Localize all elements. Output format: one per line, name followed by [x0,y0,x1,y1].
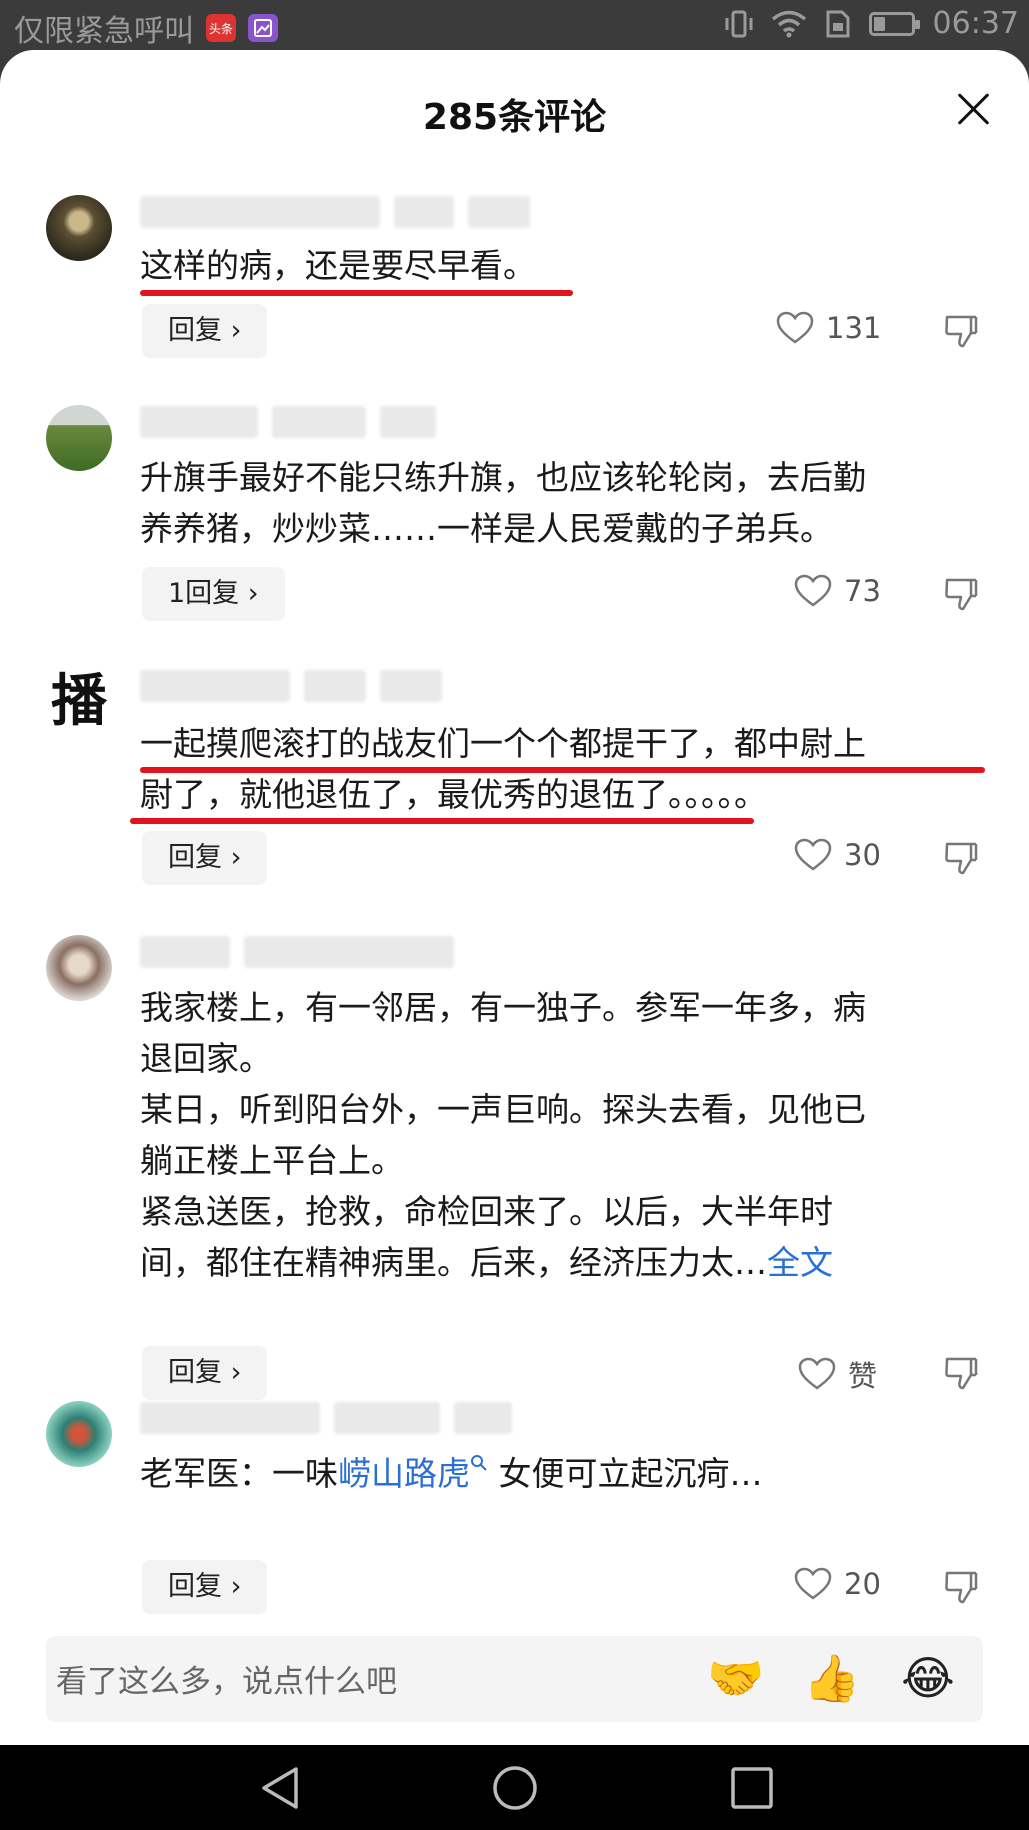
avatar[interactable] [46,405,112,471]
comment-body-end: 女便可立起沉疴… [488,1454,763,1493]
clock: 06:37 [932,6,1019,41]
like-button[interactable]: 131 [776,311,881,345]
reply-button[interactable]: 1回复 › [142,567,285,621]
comment-body-start: 老军医：一味 [140,1454,338,1493]
reply-button[interactable]: 回复 › [142,304,268,358]
like-count: 73 [844,574,881,608]
comment-input-placeholder[interactable]: 看了这么多，说点什么吧 [56,1656,397,1701]
reply-button[interactable]: 回复 › [142,831,268,885]
comments-sheet: 285条评论 这样的病，还是要尽早看。 回复 › 131 升旗手最好不能只练升旗… [0,50,1029,1745]
back-icon[interactable] [258,1765,302,1811]
like-count: 30 [844,838,881,872]
username-blurred[interactable] [140,670,442,702]
avatar[interactable] [46,935,112,1001]
comment-text: 老军医：一味崂山路虎 女便可立起沉疴… [140,1448,985,1499]
status-right: 06:37 [725,6,1019,41]
heart-icon [794,838,832,871]
like-button[interactable]: 20 [794,1567,881,1601]
like-label: 赞 [848,1359,878,1393]
username-blurred[interactable] [140,406,436,438]
reply-button[interactable]: 回复 › [142,1346,268,1400]
avatar-char: 播 [51,668,107,734]
like-count: 131 [826,311,882,345]
heart-icon [776,311,814,344]
battery-icon [868,11,920,36]
comment-text: 升旗手最好不能只练升旗，也应该轮轮岗，去后勤 养养猪，炒炒菜……一样是人民爱戴的… [140,458,866,548]
dislike-icon[interactable] [943,1569,979,1605]
search-tag-link[interactable]: 崂山路虎 [338,1454,470,1493]
status-left: 仅限紧急呼叫 头条 [14,6,278,50]
comment-input-bar[interactable]: 看了这么多，说点什么吧 🤝 👍 😂 [46,1636,983,1722]
wifi-icon [771,10,806,37]
highlight-underline [130,818,754,824]
like-button[interactable]: 73 [794,574,881,608]
system-nav-bar [0,1745,1029,1830]
laughing-emoji-button[interactable]: 😂 [898,1648,958,1708]
handshake-emoji-button[interactable]: 🤝 [706,1648,766,1708]
thumbs-up-emoji-button[interactable]: 👍 [802,1648,862,1708]
vibrate-icon [725,10,753,37]
search-icon[interactable] [470,1454,488,1472]
like-button[interactable]: 30 [794,838,881,872]
comment-text: 我家楼上，有一邻居，有一独子。参军一年多，病 退回家。 某日，听到阳台外，一声巨… [140,982,985,1288]
expand-full-text-link[interactable]: 全文 [767,1243,833,1282]
home-icon[interactable] [492,1765,538,1811]
like-count: 20 [844,1567,881,1601]
highlight-underline [140,767,985,773]
highlight-underline [140,290,573,296]
like-button[interactable]: 赞 [798,1353,877,1395]
sim-icon [826,10,850,37]
avatar[interactable]: 播 [46,668,112,734]
dislike-icon[interactable] [943,313,979,349]
status-bar: 仅限紧急呼叫 头条 06:37 [0,0,1029,50]
comment-body: 我家楼上，有一邻居，有一独子。参军一年多，病 退回家。 某日，听到阳台外，一声巨… [140,988,866,1282]
recent-apps-icon[interactable] [730,1765,774,1811]
dislike-icon[interactable] [943,576,979,612]
comment-text: 这样的病，还是要尽早看。 [140,246,536,285]
username-blurred[interactable] [140,936,454,968]
dislike-icon[interactable] [943,1355,979,1391]
heart-icon [798,1357,836,1390]
sheet-title: 285条评论 [422,97,607,138]
avatar[interactable] [46,195,112,261]
gallery-app-icon [248,14,278,42]
heart-icon [794,574,832,607]
carrier-text: 仅限紧急呼叫 [14,14,194,49]
toutiao-app-icon: 头条 [206,14,236,42]
reply-button[interactable]: 回复 › [142,1560,268,1614]
close-button[interactable] [953,88,993,128]
dislike-icon[interactable] [943,840,979,876]
username-blurred[interactable] [140,1402,512,1434]
avatar[interactable] [46,1401,112,1467]
heart-icon [794,1567,832,1600]
username-blurred[interactable] [140,196,530,228]
